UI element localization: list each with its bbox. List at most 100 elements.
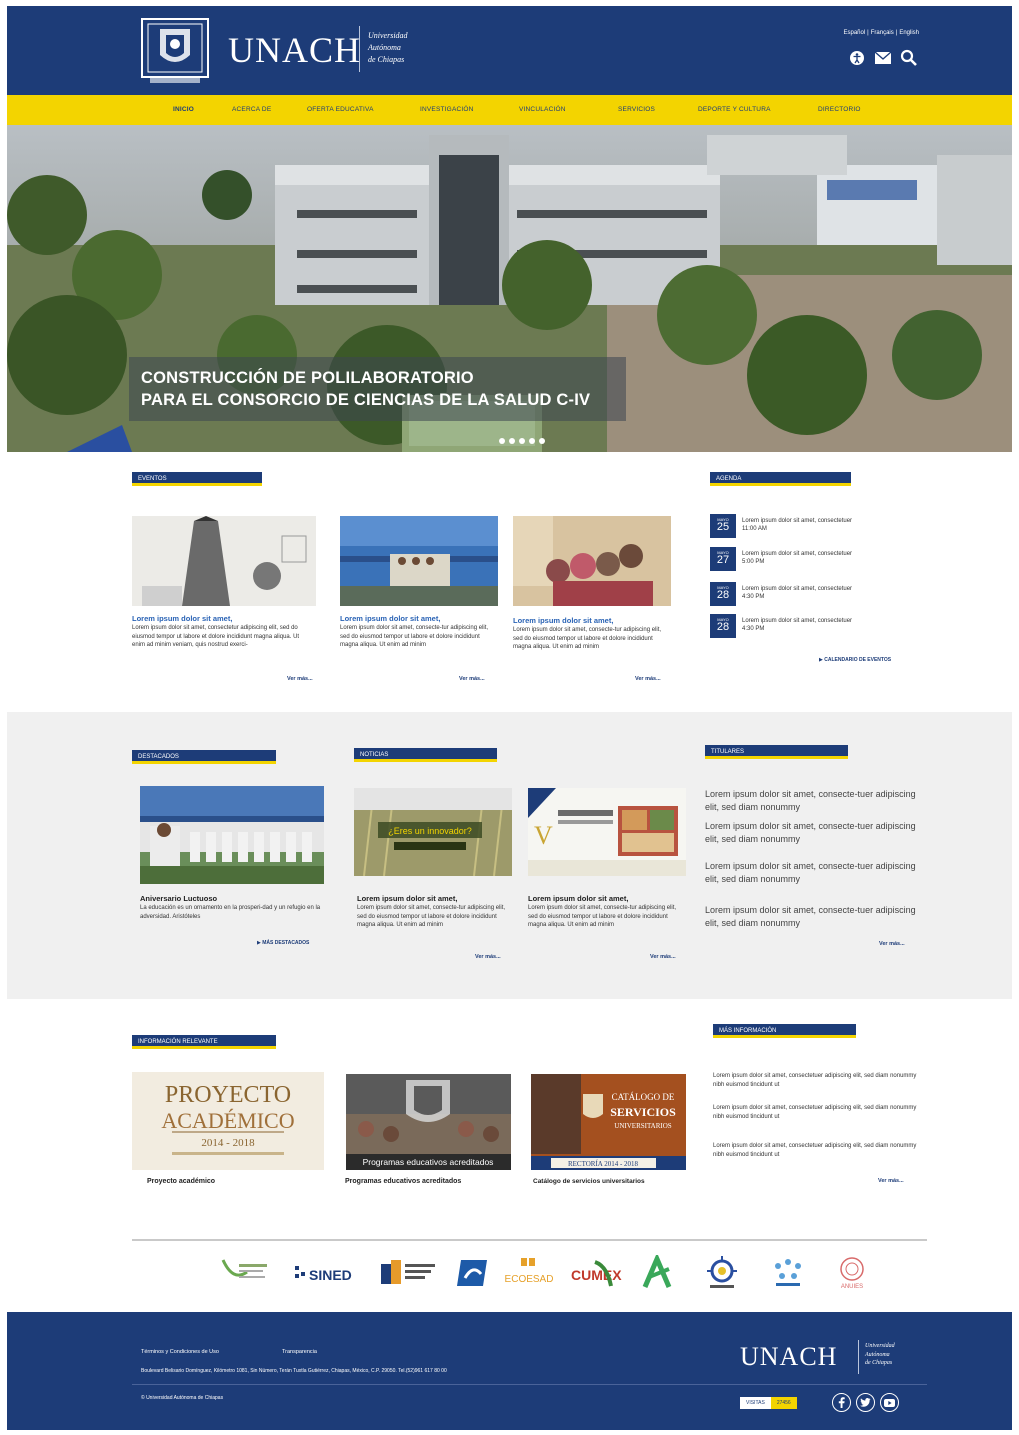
destacado-title[interactable]: Aniversario Luctuoso [140,894,217,903]
partner-logo[interactable] [637,1253,677,1293]
evento-image-1[interactable] [132,516,316,606]
noticia-image-text: ¿Eres un innovador? [388,826,472,836]
mas-info-item[interactable]: Lorem ipsum dolor sit amet, consectetuer… [713,1104,923,1121]
nav-item-investigacion[interactable]: INVESTIGACIÓN [420,106,474,113]
ver-mas-link[interactable]: Ver más... [459,676,485,682]
terms-link[interactable]: Términos y Condiciones de Uso [141,1349,219,1355]
nav-item-deporte[interactable]: DEPORTE Y CULTURA [698,106,771,113]
partner-logo[interactable] [765,1253,811,1293]
facebook-icon[interactable] [832,1393,851,1412]
relevante-caption[interactable]: Proyecto académico [147,1178,215,1185]
agenda-item[interactable]: MAYO 28 Lorem ipsum dolor sit amet, conse… [710,614,920,638]
cumex-logo-icon: CUMEX [571,1260,622,1287]
youtube-icon[interactable] [880,1393,899,1412]
slider-dot[interactable] [519,438,525,444]
partner-logo[interactable] [219,1253,271,1293]
partner-logo[interactable] [379,1253,439,1293]
nav-item-servicios[interactable]: SERVICIOS [618,106,655,113]
agenda-desc: Lorem ipsum dolor sit amet, consectetuer [742,518,853,524]
evento-text: Lorem ipsum dolor sit amet, consectetur … [132,625,300,648]
relevante-caption[interactable]: Programas educativos acreditados [345,1178,461,1185]
lang-es-link[interactable]: Español [841,30,867,36]
accessibility-icon[interactable] [847,48,867,68]
destacado-image[interactable] [140,786,324,884]
noticia-image-2[interactable]: V [528,788,686,876]
footer-logo-sub-line: Universidad [865,1343,895,1349]
hero-caption[interactable]: CONSTRUCCIÓN DE POLILABORATORIO PARA EL … [129,357,626,421]
logo-divider [359,26,360,72]
mas-info-item[interactable]: Lorem ipsum dolor sit amet, consectetuer… [713,1142,923,1159]
partner-logo[interactable] [453,1253,493,1293]
titular-item[interactable]: Lorem ipsum dolor sit amet, consecte-tue… [705,904,930,929]
agenda-item[interactable]: MAYO 25 Lorem ipsum dolor sit amet, conse… [710,514,920,538]
relevante-image-text: Programas educativos acreditados [363,1157,494,1167]
partner-logo-cumex[interactable]: CUMEX [567,1253,623,1293]
slider-dot[interactable] [509,438,515,444]
logo-text[interactable]: UNACH [228,29,361,71]
mas-info-label: MÁS INFORMACIÓN [713,1024,856,1038]
noticia-title[interactable]: Lorem ipsum dolor sit amet, [528,894,628,903]
transparency-link[interactable]: Transparencia [282,1349,317,1355]
nav-item-inicio[interactable]: INICIO [173,106,194,113]
ver-mas-link[interactable]: Ver más... [879,941,905,947]
ver-mas-link[interactable]: Ver más... [287,676,313,682]
evento-image-2[interactable] [340,516,498,606]
mail-icon[interactable] [873,48,893,68]
noticia-text: Lorem ipsum dolor sit amet, consecte-tur… [528,905,677,928]
titular-item[interactable]: Lorem ipsum dolor sit amet, consecte-tue… [705,820,930,845]
agenda-item[interactable]: MAYO 27 Lorem ipsum dolor sit amet, conse… [710,547,920,571]
relevante-image-1[interactable]: PROYECTO ACADÉMICO 2014 - 2018 [132,1072,324,1170]
logo-sub-line: Universidad [368,31,408,40]
agenda-item[interactable]: MAYO 28 Lorem ipsum dolor sit amet, conse… [710,582,920,606]
footer-logo-text[interactable]: UNACH [740,1342,837,1372]
evento-title[interactable]: Lorem ipsum dolor sit amet, [513,616,613,625]
search-icon[interactable] [899,48,919,68]
header-icons [847,48,919,68]
lang-en-link[interactable]: English [897,30,921,36]
hero-slider[interactable]: CONSTRUCCIÓN DE POLILABORATORIO PARA EL … [7,125,1012,452]
relevante-image-line: ACADÉMICO [161,1108,294,1133]
university-seal-icon[interactable] [136,15,214,87]
mas-destacados-link[interactable]: ▶ MÁS DESTACADOS [257,940,309,946]
partners-divider [132,1239,927,1241]
play-arrow-icon: ▶ [257,940,261,946]
slider-dot[interactable] [539,438,545,444]
slider-dot[interactable] [529,438,535,444]
agenda-time: 11:00 AM [742,526,767,532]
sined-logo-text: SINED [309,1267,352,1283]
evento-image-3[interactable] [513,516,671,606]
agenda-time: 5:00 PM [742,559,765,565]
evento-title[interactable]: Lorem ipsum dolor sit amet, [340,614,440,623]
relevante-caption[interactable]: Catálogo de servicios universitarios [533,1178,645,1185]
evento-text: Lorem ipsum dolor sit amet, consecte-tur… [513,627,662,650]
noticias-label: NOTICIAS [354,748,497,762]
partner-logo-ecoesad[interactable]: ECOESAD [503,1253,555,1293]
nav-item-oferta[interactable]: OFERTA EDUCATIVA [307,106,374,113]
ver-mas-link[interactable]: Ver más... [635,676,661,682]
nav-item-directorio[interactable]: DIRECTORIO [818,106,861,113]
partner-logo-anuies[interactable]: ANUIES [829,1253,875,1293]
ver-mas-link[interactable]: Ver más... [650,954,676,960]
titular-item[interactable]: Lorem ipsum dolor sit amet, consecte-tue… [705,788,930,813]
relevante-image-2[interactable]: Programas educativos acreditados [346,1074,511,1170]
relevante-image-line: CATÁLOGO DE [612,1092,675,1102]
evento-title[interactable]: Lorem ipsum dolor sit amet, [132,614,232,623]
destacado-text: La educación es un ornamento en la prosp… [140,905,321,920]
mas-info-item[interactable]: Lorem ipsum dolor sit amet, consectetuer… [713,1072,923,1089]
language-switcher: Español | Français | English [841,30,921,36]
slider-dot[interactable] [499,438,505,444]
agenda-day: 27 [716,554,730,566]
noticia-title[interactable]: Lorem ipsum dolor sit amet, [357,894,457,903]
twitter-icon[interactable] [856,1393,875,1412]
nav-item-acerca[interactable]: ACERCA DE [232,106,271,113]
lang-fr-link[interactable]: Français [869,30,896,36]
titular-item[interactable]: Lorem ipsum dolor sit amet, consecte-tue… [705,860,930,885]
calendar-link[interactable]: ▶ CALENDARIO DE EVENTOS [819,657,891,663]
relevante-image-3[interactable]: CATÁLOGO DE SERVICIOS UNIVERSITARIOS REC… [531,1074,686,1170]
ver-mas-link[interactable]: Ver más... [878,1178,904,1184]
noticia-image-1[interactable]: ¿Eres un innovador? [354,788,512,876]
partner-logo-sined[interactable]: SINED [293,1253,363,1293]
nav-item-vinculacion[interactable]: VINCULACIÓN [519,106,566,113]
partner-logo[interactable] [699,1253,745,1293]
ver-mas-link[interactable]: Ver más... [475,954,501,960]
